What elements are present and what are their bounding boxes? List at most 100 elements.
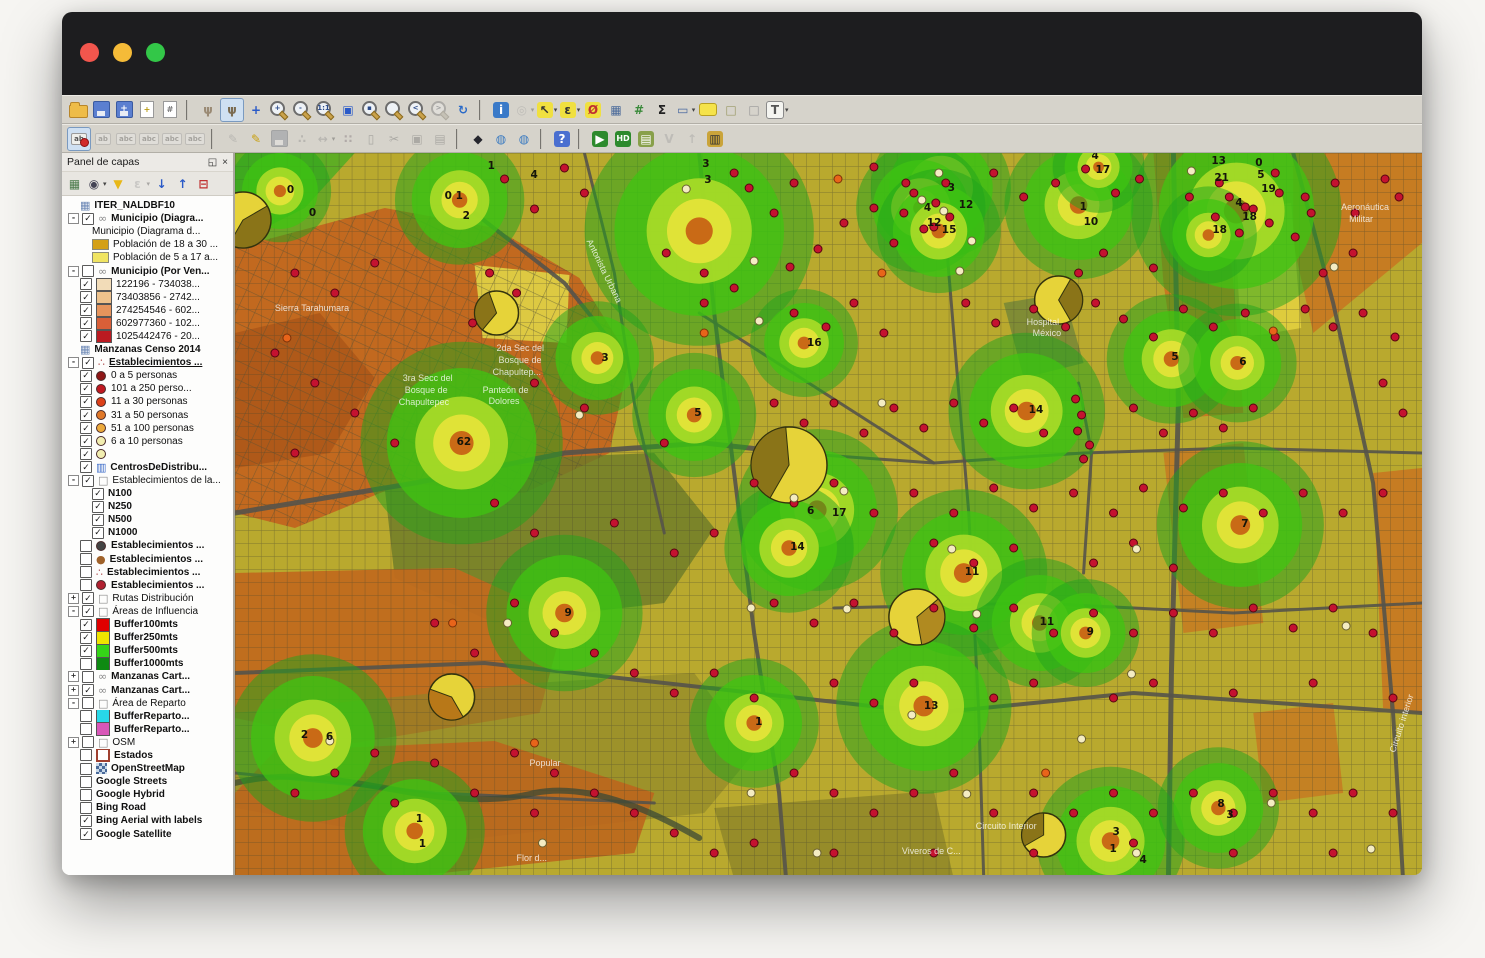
minimize-window-button[interactable] [113, 43, 132, 62]
layer-row[interactable]: Población de 5 a 17 a... [65, 251, 233, 264]
layer-checkbox[interactable] [82, 736, 94, 748]
layer-row[interactable]: Buffer1000mts [65, 657, 233, 670]
layer-row[interactable]: Establecimientos ... [65, 539, 233, 552]
layer-row[interactable]: -✓∴Establecimientos ... [65, 356, 233, 369]
layer-row[interactable]: ∴Establecimientos ... [65, 566, 233, 579]
zoom-native-button[interactable]: 1:1 [314, 99, 336, 121]
layer-checkbox[interactable]: ✓ [92, 501, 104, 513]
zoom-in-button[interactable]: + [268, 99, 290, 121]
layer-checkbox[interactable] [80, 723, 92, 735]
layer-row[interactable]: ✓ [65, 448, 233, 461]
layer-row[interactable]: ✓6 a 10 personas [65, 435, 233, 448]
layer-checkbox[interactable]: ✓ [92, 514, 104, 526]
layer-checkbox[interactable]: ✓ [80, 619, 92, 631]
layer-checkbox[interactable]: ✓ [92, 527, 104, 539]
add-basemap-button[interactable]: ◍ [490, 128, 512, 150]
layer-row[interactable]: +✓∞Manzanas Cart... [65, 683, 233, 696]
touch-zoom-pan-button[interactable]: ψ [197, 99, 219, 121]
layer-checkbox[interactable] [82, 697, 94, 709]
layer-row[interactable]: -✓∞Municipio (Diagra... [65, 212, 233, 225]
layer-row[interactable]: ✓0 a 5 personas [65, 369, 233, 382]
expand-all-button[interactable]: ↓ [152, 174, 171, 193]
remove-layer-button[interactable]: ⊟ [194, 174, 213, 193]
layer-row[interactable]: ✓Buffer250mts [65, 631, 233, 644]
layer-row[interactable]: -✓□Áreas de Influencia [65, 605, 233, 618]
layer-checkbox[interactable] [82, 265, 94, 277]
layer-row[interactable]: ✓31 a 50 personas [65, 409, 233, 422]
layer-row[interactable]: ✓N250 [65, 500, 233, 513]
expander-icon[interactable]: + [68, 671, 79, 682]
layer-checkbox[interactable] [80, 789, 92, 801]
terrain-plugin-button[interactable]: ▤ [635, 128, 657, 150]
layer-checkbox[interactable]: ✓ [80, 435, 92, 447]
layer-checkbox[interactable]: ✓ [80, 317, 92, 329]
layer-row[interactable]: BufferReparto... [65, 710, 233, 723]
composer-manager-button[interactable]: # [159, 99, 181, 121]
expander-icon[interactable]: + [68, 737, 79, 748]
layer-row[interactable]: ✓274254546 - 602... [65, 304, 233, 317]
open-project-button[interactable] [67, 99, 89, 121]
field-calculator-button[interactable]: # [628, 99, 650, 121]
layer-checkbox[interactable]: ✓ [82, 605, 94, 617]
refresh-button[interactable]: ↻ [452, 99, 474, 121]
measure-button[interactable]: ▭▾ [674, 99, 696, 121]
layer-checkbox[interactable]: ✓ [82, 357, 94, 369]
layer-checkbox[interactable] [80, 540, 92, 552]
text-annotation-button[interactable]: T▾ [766, 99, 789, 121]
save-project-as-button[interactable]: + [113, 99, 135, 121]
expander-icon[interactable]: - [68, 213, 79, 224]
layer-row[interactable]: ✓N1000 [65, 526, 233, 539]
map-tips-button[interactable] [697, 99, 719, 121]
layer-row[interactable]: ✓▥CentrosDeDistribu... [65, 461, 233, 474]
filter-legend-button[interactable]: ▼ [109, 174, 128, 193]
maximize-window-button[interactable] [146, 43, 165, 62]
add-group-button[interactable]: ▦ [65, 174, 84, 193]
layer-checkbox[interactable] [80, 566, 92, 578]
layer-checkbox[interactable]: ✓ [80, 461, 92, 473]
map-canvas[interactable]: 2da Sec delBosque deChapultep...3ra Secc… [235, 153, 1422, 875]
layer-row[interactable]: ✓N100 [65, 487, 233, 500]
collapse-all-button[interactable]: ↑ [173, 174, 192, 193]
layer-row[interactable]: -✓□Establecimientos de la... [65, 474, 233, 487]
statistical-summary-button[interactable]: Σ [651, 99, 673, 121]
layer-row[interactable]: ▦ITER_NALDBF10 [65, 199, 233, 212]
quickmap-tool-button[interactable]: ◆ [467, 128, 489, 150]
close-window-button[interactable] [80, 43, 99, 62]
expander-icon[interactable]: - [68, 698, 79, 709]
search-basemap-button[interactable]: ◍ [513, 128, 535, 150]
layer-checkbox[interactable] [80, 658, 92, 670]
layer-row[interactable]: ●Establecimientos ... [65, 553, 233, 566]
layer-checkbox[interactable]: ✓ [80, 291, 92, 303]
layer-checkbox[interactable]: ✓ [80, 370, 92, 382]
layer-row[interactable]: Bing Road [65, 801, 233, 814]
expander-icon[interactable]: - [68, 357, 79, 368]
open-attribute-table-button[interactable]: ▦ [605, 99, 627, 121]
layer-checkbox[interactable] [80, 579, 92, 591]
layer-row[interactable]: ✓73403856 - 2742... [65, 291, 233, 304]
layer-row[interactable]: -∞Municipio (Por Ven... [65, 264, 233, 277]
layer-checkbox[interactable] [80, 710, 92, 722]
zoom-out-button[interactable]: - [291, 99, 313, 121]
layer-row[interactable]: ✓602977360 - 102... [65, 317, 233, 330]
layer-checkbox[interactable]: ✓ [80, 396, 92, 408]
layer-row[interactable]: ✓Buffer500mts [65, 644, 233, 657]
show-bookmarks-button[interactable]: □ [743, 99, 765, 121]
layer-row[interactable]: ✓Buffer100mts [65, 618, 233, 631]
zoom-full-button[interactable]: ▣ [337, 99, 359, 121]
layer-row[interactable]: ✓1025442476 - 20... [65, 330, 233, 343]
layer-checkbox[interactable]: ✓ [80, 383, 92, 395]
expander-icon[interactable]: - [68, 266, 79, 277]
labeling-button[interactable]: ab [67, 127, 91, 151]
close-panel-icon[interactable]: × [222, 157, 228, 168]
layer-checkbox[interactable]: ✓ [80, 409, 92, 421]
layer-row[interactable]: Google Hybrid [65, 788, 233, 801]
layer-checkbox[interactable]: ✓ [80, 278, 92, 290]
layer-checkbox[interactable]: ✓ [80, 422, 92, 434]
layer-row[interactable]: ✓Google Satellite [65, 828, 233, 841]
expander-icon[interactable]: + [68, 685, 79, 696]
layer-row[interactable]: Estados [65, 749, 233, 762]
layer-row[interactable]: ✓N500 [65, 513, 233, 526]
expander-icon[interactable]: - [68, 606, 79, 617]
layer-row[interactable]: +□OSM [65, 736, 233, 749]
save-project-button[interactable] [90, 99, 112, 121]
